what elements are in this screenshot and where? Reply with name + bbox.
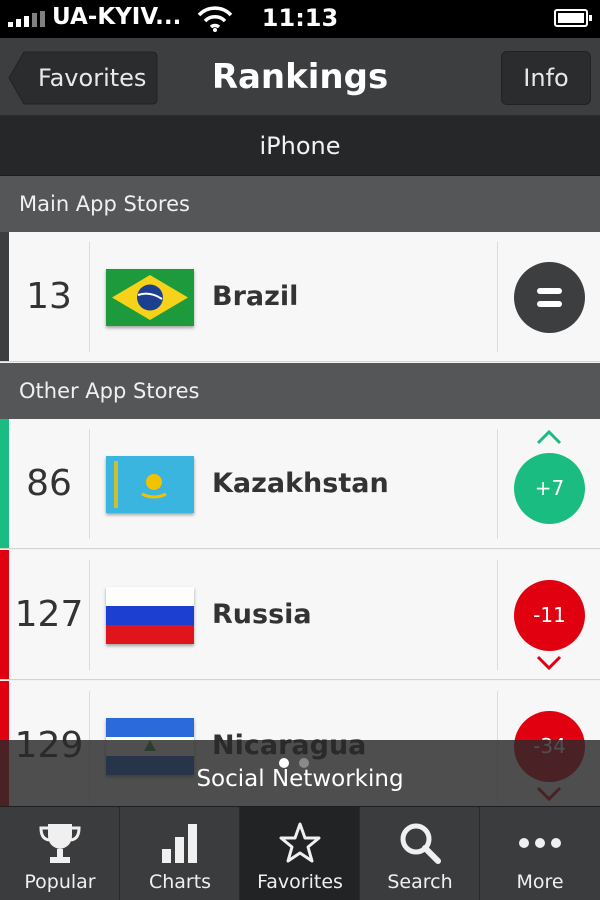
category-label: Social Networking (196, 766, 404, 792)
battery-icon (554, 9, 592, 27)
trend-edge (0, 419, 9, 548)
status-time: 11:13 (261, 4, 339, 32)
tab-bar: Popular Charts Favorites Search More (0, 806, 600, 900)
divider (89, 429, 90, 539)
unchanged-badge (514, 262, 585, 333)
rank-up-arrow-icon (536, 429, 562, 445)
change-badge: -11 (514, 580, 585, 651)
country-name: Kazakhstan (212, 468, 389, 499)
tab-label: Charts (148, 871, 212, 893)
country-name: Brazil (212, 281, 299, 312)
bar-chart-icon (162, 824, 197, 863)
info-button[interactable]: Info (501, 51, 591, 105)
trend-edge (0, 232, 9, 361)
divider (89, 560, 90, 670)
tab-label: More (516, 871, 564, 893)
tab-label: Favorites (257, 871, 343, 893)
divider (497, 560, 498, 670)
ranking-row-russia[interactable]: 127 Russia -11 (0, 550, 600, 680)
back-button[interactable]: Favorites (8, 51, 158, 105)
rank-down-arrow-icon (536, 655, 562, 671)
tab-label: Search (387, 871, 453, 893)
navigation-bar: Favorites Rankings Info (0, 38, 600, 116)
back-button-label: Favorites (38, 64, 147, 92)
equals-icon (537, 288, 562, 307)
section-header-main: Main App Stores (0, 176, 600, 232)
kazakhstan-flag-icon (106, 456, 194, 513)
rank-number: 13 (26, 276, 72, 317)
category-pager[interactable]: Social Networking (0, 740, 600, 806)
star-icon (279, 822, 321, 863)
device-segment[interactable]: iPhone (0, 116, 600, 176)
brazil-flag-icon (106, 269, 194, 326)
tab-more[interactable]: More (480, 807, 600, 900)
more-dots-icon (519, 838, 561, 848)
rank-number: 86 (26, 463, 72, 504)
tab-search[interactable]: Search (360, 807, 480, 900)
trophy-icon (39, 824, 81, 863)
divider (497, 429, 498, 539)
tab-charts[interactable]: Charts (120, 807, 240, 900)
ranking-row-brazil[interactable]: 13 Brazil (0, 232, 600, 362)
tab-popular[interactable]: Popular (0, 807, 120, 900)
status-bar: UA-KYIV... 11:13 (0, 0, 600, 38)
divider (89, 242, 90, 352)
russia-flag-icon (106, 587, 194, 644)
search-icon (400, 823, 441, 864)
ranking-row-kazakhstan[interactable]: 86 Kazakhstan +7 (0, 419, 600, 549)
rank-number: 127 (14, 594, 84, 635)
country-name: Russia (212, 599, 312, 630)
tab-favorites[interactable]: Favorites (240, 807, 360, 900)
divider (497, 242, 498, 352)
section-header-other: Other App Stores (0, 363, 600, 419)
change-badge: +7 (514, 453, 585, 524)
trend-edge (0, 550, 9, 679)
tab-label: Popular (24, 871, 96, 893)
